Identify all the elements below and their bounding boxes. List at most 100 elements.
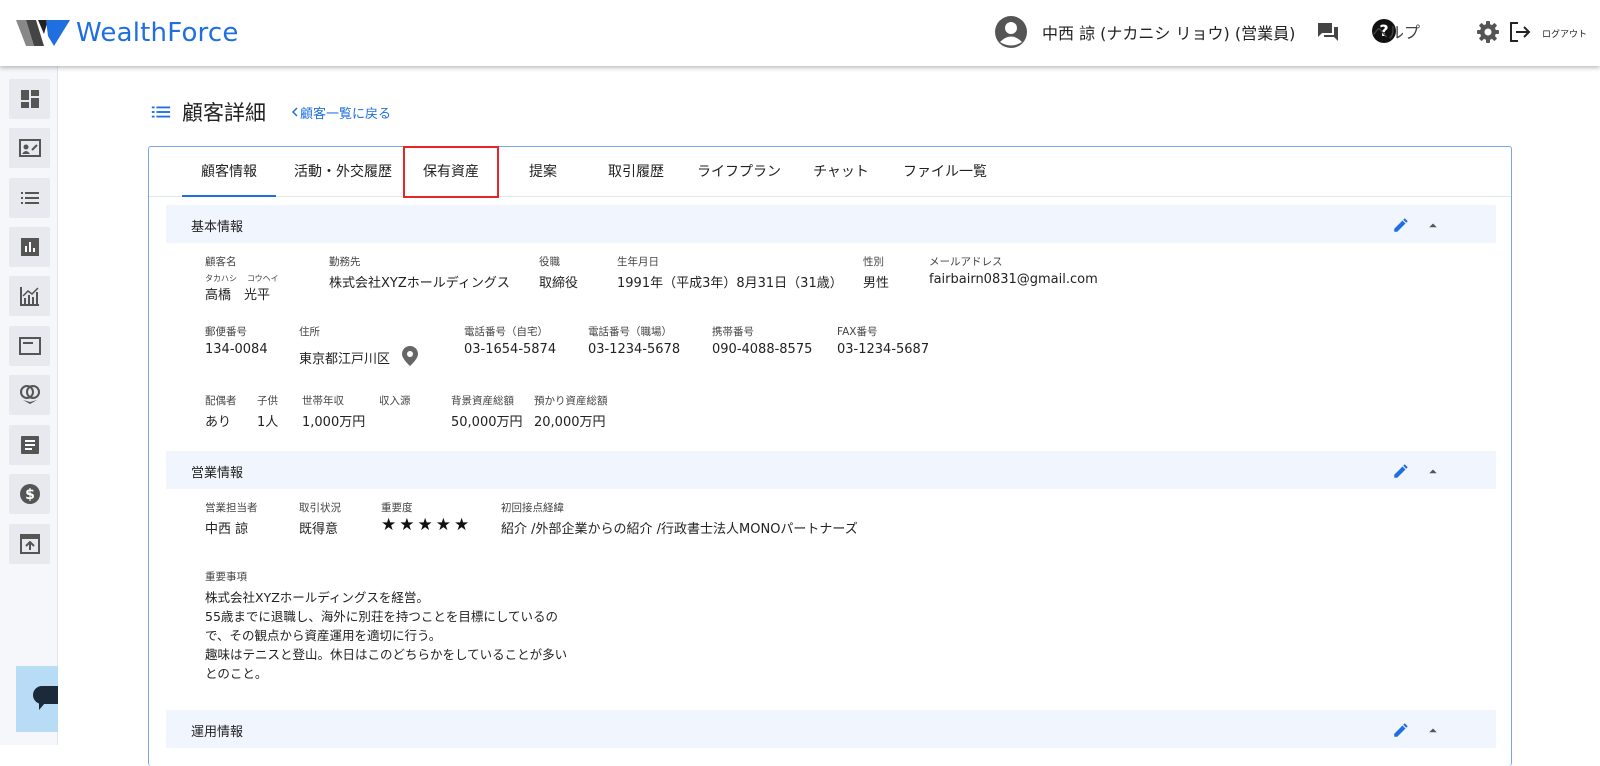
section-sales-info-header: 営業情報 (166, 451, 1496, 489)
sidebar-item-list[interactable] (9, 178, 50, 218)
children-value: 1人 (257, 415, 279, 430)
edit-pencil-icon[interactable] (1392, 216, 1410, 234)
customer-name-ruby-last: タカハシ (205, 274, 237, 283)
trending-chart-icon (19, 287, 39, 306)
svg-text:$: $ (25, 487, 35, 503)
page-title: 顧客詳細 (182, 101, 266, 125)
tab-proposal[interactable]: 提案 (505, 147, 581, 197)
back-link-label: 顧客一覧に戻る (300, 106, 392, 122)
sidebar-item-report[interactable] (9, 227, 50, 267)
tab-activity-history[interactable]: 活動・外交履歴 (282, 147, 404, 197)
dollar-icon: $ (19, 484, 40, 504)
sales-rep-value: 中西 諒 (205, 522, 249, 537)
income-value: 1,000万円 (302, 415, 366, 430)
customer-name-label: 顧客名 (205, 256, 237, 268)
edit-pencil-icon[interactable] (1392, 462, 1410, 480)
company-value: 株式会社XYZホールディングス (329, 276, 510, 291)
customer-detail-card: 顧客情報 活動・外交履歴 保有資産 提案 取引履歴 ライフプラン チャット ファ… (148, 146, 1512, 766)
gear-icon[interactable] (1476, 20, 1500, 44)
app-logo[interactable]: WealthForce (16, 17, 239, 49)
income-source-label: 収入源 (379, 395, 411, 407)
address-label: 住所 (299, 326, 320, 338)
fax-label: FAX番号 (837, 326, 878, 338)
section-title: 営業情報 (191, 466, 244, 481)
importance-label: 重要度 (381, 502, 413, 514)
tab-transaction-history[interactable]: 取引履歴 (595, 147, 677, 197)
notes-line: 株式会社XYZホールディングスを経営。 (205, 590, 429, 605)
sidebar-item-dashboard[interactable] (9, 79, 50, 119)
customer-name-ruby-first: コウヘイ (247, 274, 279, 283)
sidebar-item-analytics[interactable] (9, 276, 50, 316)
sales-rep-label: 営業担当者 (205, 502, 258, 514)
logout-label[interactable]: ログアウト (1542, 27, 1587, 40)
document-icon (20, 436, 39, 454)
back-to-list-link[interactable]: 顧客一覧に戻る (290, 103, 391, 122)
page-header: 顧客詳細 顧客一覧に戻る (150, 97, 391, 127)
zip-value: 134-0084 (205, 342, 268, 357)
help-button[interactable]: ヘルプ ? (1372, 19, 1420, 43)
contact-card-icon (18, 139, 41, 157)
section-basic-info-header: 基本情報 (166, 205, 1496, 243)
chevron-left-icon (291, 107, 298, 117)
logout-icon[interactable] (1508, 20, 1532, 44)
collapse-arrow-icon[interactable] (1424, 216, 1442, 234)
tab-holdings[interactable]: 保有資産 (403, 146, 499, 198)
sidebar-item-window[interactable] (9, 326, 50, 366)
main-content: 顧客詳細 顧客一覧に戻る 顧客情報 活動・外交履歴 保有資産 提案 取引履歴 ラ… (58, 66, 1600, 766)
edit-pencil-icon[interactable] (1392, 721, 1410, 739)
bar-chart-icon (20, 238, 39, 256)
income-label: 世帯年収 (302, 395, 344, 407)
email-value: fairbairn0831@gmail.com (929, 272, 1098, 287)
user-avatar-icon (995, 16, 1027, 48)
sidebar-item-upload[interactable] (9, 524, 50, 564)
window-icon (18, 337, 41, 355)
sidebar-item-customer-card[interactable] (9, 128, 50, 168)
notes-line: 55歳までに退職し、海外に別荘を持つことを目標にしているの (205, 609, 559, 624)
tab-file-list[interactable]: ファイル一覧 (893, 147, 997, 197)
position-value: 取締役 (539, 276, 579, 291)
deal-status-value: 既得意 (299, 522, 339, 537)
notes-line: とのこと。 (205, 666, 268, 681)
app-header: WealthForce 中西 諒 (ナカニシ リョウ) (営業員) ヘルプ ? … (0, 0, 1600, 66)
collapse-arrow-icon[interactable] (1424, 462, 1442, 480)
gender-value: 男性 (863, 276, 890, 291)
rings-icon (19, 385, 40, 404)
dashboard-icon (20, 90, 39, 108)
mobile-label: 携帯番号 (712, 326, 754, 338)
list-icon (20, 192, 39, 204)
sidebar: $ (0, 66, 58, 745)
tab-customer-info[interactable]: 顧客情報 (182, 147, 276, 197)
fax-value: 03-1234-5687 (837, 342, 930, 357)
spouse-label: 配偶者 (205, 395, 237, 407)
list-icon (151, 106, 171, 118)
wealthforce-logo-icon (16, 20, 70, 46)
sidebar-item-marriage[interactable] (9, 375, 50, 415)
notes-line: 趣味はテニスと登山。休日はこのどちらかをしていることが多い (205, 647, 568, 662)
address-value: 東京都江戸川区 (299, 352, 391, 367)
upload-icon (19, 534, 40, 554)
user-menu[interactable]: 中西 諒 (ナカニシ リョウ) (営業員) (994, 15, 1295, 49)
deposit-assets-label: 預かり資産総額 (534, 395, 608, 407)
sidebar-item-billing[interactable]: $ (9, 474, 50, 514)
background-assets-value: 50,000万円 (451, 415, 523, 430)
zip-label: 郵便番号 (205, 326, 247, 338)
map-pin-icon[interactable] (401, 345, 419, 367)
logo-text: WealthForce (76, 18, 239, 48)
section-title: 運用情報 (191, 725, 244, 740)
sidebar-item-document[interactable] (9, 425, 50, 465)
collapse-arrow-icon[interactable] (1424, 721, 1442, 739)
help-label: ヘルプ (1372, 23, 1421, 42)
notes-label: 重要事項 (205, 571, 247, 583)
tab-chat[interactable]: チャット (801, 147, 881, 197)
tab-bar: 顧客情報 活動・外交履歴 保有資産 提案 取引履歴 ライフプラン チャット ファ… (149, 146, 1511, 198)
user-name: 中西 諒 (ナカニシ リョウ) (営業員) (1042, 24, 1296, 43)
customer-name: 高橋 光平 (205, 288, 271, 303)
mobile-value: 090-4088-8575 (712, 342, 813, 357)
first-contact-value: 紹介 /外部企業からの紹介 /行政書士法人MONOパートナーズ (501, 522, 858, 537)
chat-icon[interactable] (1316, 20, 1340, 44)
children-label: 子供 (257, 395, 278, 407)
gender-label: 性別 (863, 256, 884, 268)
section-title: 基本情報 (191, 220, 244, 235)
tel-work-value: 03-1234-5678 (588, 342, 681, 357)
tab-life-plan[interactable]: ライフプラン (687, 147, 791, 197)
